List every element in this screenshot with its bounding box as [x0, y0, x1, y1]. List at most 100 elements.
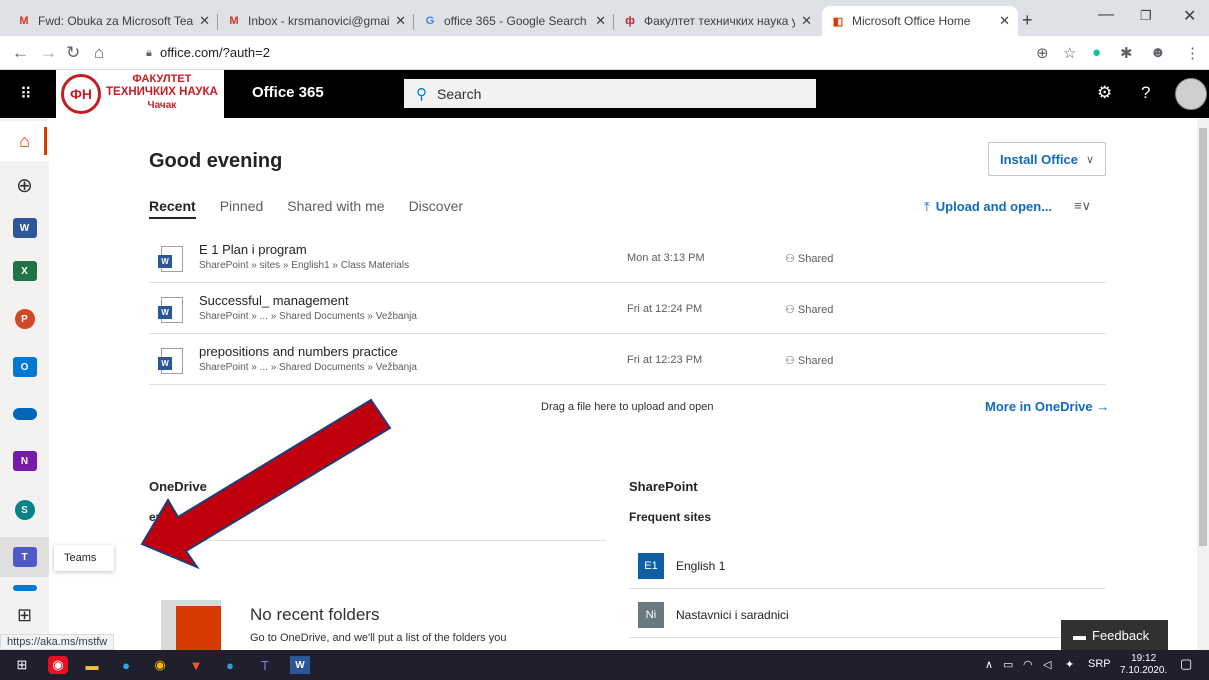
profile-icon[interactable]: ☻ [1150, 44, 1166, 61]
network-icon[interactable]: ▭ [1003, 658, 1013, 671]
rail-powerpoint[interactable]: P [0, 299, 49, 339]
extensions-icon[interactable]: ✱ [1120, 44, 1133, 62]
word-taskbar-icon[interactable]: W [290, 656, 310, 674]
menu-icon[interactable]: ⋮ [1185, 44, 1200, 62]
minimize-icon[interactable]: — [1098, 6, 1114, 24]
home-icon[interactable]: ⌂ [94, 43, 104, 63]
feedback-icon: ▬ [1073, 627, 1086, 643]
browser-tab-strip: M Fwd: Obuka za Microsoft Teams ✕ M Inbo… [0, 0, 1209, 36]
close-tab-icon[interactable]: ✕ [801, 13, 812, 29]
rail-more-app[interactable] [0, 580, 49, 596]
site-name[interactable]: English 1 [676, 559, 725, 573]
app-tray-icon[interactable]: ✦ [1065, 658, 1074, 671]
search-input[interactable]: ⚲ Search [404, 79, 816, 108]
close-tab-icon[interactable]: ✕ [999, 13, 1010, 29]
close-window-icon[interactable]: ✕ [1183, 6, 1196, 26]
grammarly-icon[interactable]: ● [1092, 44, 1101, 61]
powerpoint-icon: P [14, 309, 35, 329]
avatar[interactable] [1175, 78, 1207, 110]
file-path: SharePoint » sites » English1 » Class Ma… [199, 260, 410, 271]
upload-and-open-button[interactable]: ⤒ Upload and open... [924, 199, 1052, 215]
more-in-onedrive-link[interactable]: More in OneDrive → [985, 399, 1109, 414]
table-row[interactable]: W Successful_ management SharePoint » ..… [149, 284, 1106, 334]
browser-tab-gmail-fwd[interactable]: M Fwd: Obuka za Microsoft Teams ✕ [8, 6, 218, 36]
sharepoint-heading: SharePoint [629, 479, 698, 494]
settings-gear-icon[interactable]: ⚙ [1097, 83, 1112, 103]
rail-onedrive[interactable] [0, 394, 49, 434]
all-apps-icon: ⊞ [16, 604, 33, 625]
edge-icon[interactable]: ● [116, 656, 136, 674]
tab-discover[interactable]: Discover [409, 198, 463, 219]
tab-recent[interactable]: Recent [149, 198, 196, 219]
rail-teams[interactable]: T [0, 537, 49, 577]
site-avatar: Ni [638, 602, 664, 628]
site-name[interactable]: Nastavnici i saradnici [676, 608, 789, 622]
file-path: SharePoint » ... » Shared Documents » Ve… [199, 362, 417, 373]
reload-icon[interactable]: ↻ [66, 43, 80, 63]
brave-icon[interactable]: ▼ [186, 656, 206, 674]
no-recent-folders-title: No recent folders [250, 605, 380, 624]
file-name[interactable]: prepositions and numbers practice [199, 344, 398, 359]
create-plus-icon: ⊕ [16, 174, 33, 197]
rail-outlook[interactable]: O [0, 347, 49, 387]
rail-home[interactable]: ⌂ [0, 121, 49, 161]
feedback-button[interactable]: ▬ Feedback [1061, 620, 1168, 650]
list-item[interactable]: E1 English 1 [629, 541, 1106, 589]
rail-onenote[interactable]: N [0, 441, 49, 481]
help-icon[interactable]: ? [1141, 83, 1150, 103]
new-tab-icon[interactable]: + [1022, 10, 1033, 31]
wifi-icon[interactable]: ◠ [1023, 658, 1033, 671]
teams-taskbar-icon[interactable]: T [255, 656, 275, 674]
file-explorer-icon[interactable]: ▬ [82, 656, 102, 674]
rail-excel[interactable]: X [0, 251, 49, 291]
vertical-scrollbar[interactable] [1197, 118, 1209, 650]
rail-word[interactable]: W [0, 208, 49, 248]
windows-start-icon[interactable]: ⊞ [12, 656, 32, 674]
install-office-button[interactable]: Install Office ∨ [988, 142, 1106, 176]
table-row[interactable]: W prepositions and numbers practice Shar… [149, 335, 1106, 385]
notifications-icon[interactable]: ▢ [1180, 656, 1192, 672]
list-item[interactable]: Ni Nastavnici i saradnici [629, 590, 1106, 638]
file-shared-status: ⚇ Shared [785, 253, 834, 265]
browser-tab-gmail-inbox[interactable]: M Inbox - krsmanovici@gmail.com ✕ [218, 6, 414, 36]
table-row[interactable]: W E 1 Plan i program SharePoint » sites … [149, 233, 1106, 283]
browser-tab-ftn[interactable]: ф Факултет техничких наука у Ч ✕ [614, 6, 820, 36]
tray-chevron-icon[interactable]: ∧ [985, 658, 993, 671]
shared-people-icon: ⚇ [785, 304, 798, 316]
tab-pinned[interactable]: Pinned [220, 198, 264, 219]
app-name[interactable]: Office 365 [252, 84, 324, 101]
close-tab-icon[interactable]: ✕ [199, 13, 210, 29]
sort-icon[interactable]: ≡∨ [1074, 198, 1091, 214]
restore-icon[interactable]: ❐ [1140, 8, 1152, 24]
org-name-line3: Чачак [147, 100, 177, 111]
drag-drop-hint: Drag a file here to upload and open [541, 401, 714, 413]
install-app-icon[interactable]: ⊕ [1036, 44, 1049, 62]
close-tab-icon[interactable]: ✕ [595, 13, 606, 29]
browser-tab-google-search[interactable]: G office 365 - Google Search ✕ [414, 6, 614, 36]
word-doc-icon: W [158, 297, 183, 323]
file-shared-status: ⚇ Shared [785, 304, 834, 316]
language-indicator[interactable]: SRP [1088, 658, 1111, 670]
word-icon: W [12, 218, 37, 238]
file-name[interactable]: Successful_ management [199, 293, 349, 308]
app-icon[interactable]: ◉ [48, 656, 68, 674]
bookmark-star-icon[interactable]: ☆ [1063, 44, 1076, 62]
file-date: Fri at 12:23 PM [627, 354, 703, 366]
tab-shared-with-me[interactable]: Shared with me [287, 198, 384, 219]
close-tab-icon[interactable]: ✕ [395, 13, 406, 29]
lock-icon[interactable]: 🔒︎ [146, 47, 152, 60]
rail-sharepoint[interactable]: S [0, 490, 49, 530]
clock[interactable]: 19:12 7.10.2020. [1120, 653, 1167, 677]
file-name[interactable]: E 1 Plan i program [199, 242, 307, 257]
rail-create[interactable]: ⊕ [0, 165, 49, 205]
volume-icon[interactable]: ◁ [1043, 658, 1051, 671]
app-icon[interactable]: ● [220, 656, 240, 674]
rail-all-apps[interactable]: ⊞ [0, 600, 49, 630]
app-launcher-icon[interactable]: ⠿ [20, 84, 32, 104]
back-icon[interactable]: ← [12, 43, 29, 63]
url-field[interactable]: office.com/?auth=2 [160, 45, 270, 60]
chrome-icon[interactable]: ◉ [150, 656, 170, 674]
org-logo[interactable]: ФН ФАКУЛТЕТ ТЕХНИЧКИХ НАУКА Чачак [56, 70, 224, 118]
forward-icon[interactable]: → [40, 43, 57, 63]
browser-tab-office-home[interactable]: ◧ Microsoft Office Home ✕ [822, 6, 1018, 36]
